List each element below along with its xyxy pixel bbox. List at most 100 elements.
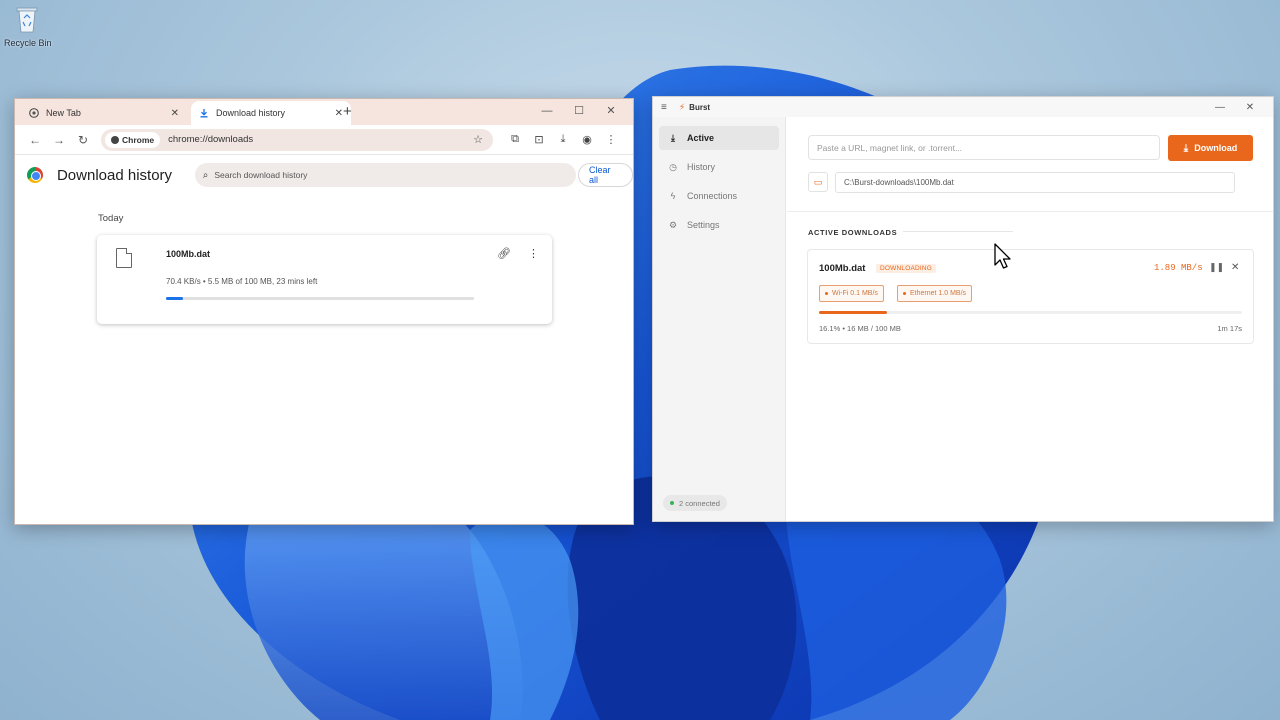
new-tab-button[interactable]: + [343, 103, 352, 120]
copy-link-icon[interactable]: 🔗︎ [497, 247, 511, 260]
chrome-logo-icon [27, 167, 43, 183]
chrome-tab-bar: New Tab ✕ Download history ✕ + — ☐ ✕ [15, 99, 633, 125]
download-eta: 1m 17s [1217, 324, 1242, 333]
close-tab-icon[interactable]: ✕ [335, 108, 343, 119]
chrome-window: New Tab ✕ Download history ✕ + — ☐ ✕ ← →… [14, 98, 634, 525]
minimize-icon[interactable]: — [1205, 102, 1235, 113]
connection-dot [903, 292, 906, 295]
connected-label: 2 connected [679, 498, 720, 508]
gear-icon: ⚙︎ [668, 219, 678, 230]
recycle-bin[interactable]: Recycle Bin [4, 4, 52, 48]
clear-all-button[interactable]: Clear all [578, 163, 633, 187]
pause-icon[interactable]: ❚❚ [1209, 262, 1224, 273]
sidebar-item-label: History [687, 162, 716, 172]
status-badge: DOWNLOADING [876, 264, 937, 273]
window-controls: — ☐ ✕ [531, 99, 627, 123]
url-input[interactable] [808, 135, 1160, 160]
recycle-bin-label: Recycle Bin [4, 38, 52, 48]
download-icon: ⤓ [1183, 142, 1189, 154]
sidebar-item-label: Settings [687, 220, 720, 230]
search-icon: ⌕ [202, 169, 209, 181]
connection-chip-wifi: Wi-Fi 0.1 MB/s [819, 285, 884, 302]
connected-status-badge: 2 connected [663, 495, 727, 511]
close-icon[interactable]: ✕ [595, 99, 627, 123]
divider [787, 211, 1273, 212]
page-title: Download history [56, 166, 173, 184]
burst-window: ≡ ⚡︎ Burst — ✕ ⤓ Active ◷ History ϟ Conn… [652, 96, 1274, 522]
section-divider [903, 231, 1013, 232]
extensions-icon[interactable]: ⧉ [503, 133, 527, 146]
sidebar-item-settings[interactable]: ⚙︎ Settings [659, 213, 779, 237]
chip-label: Chrome [122, 134, 155, 145]
burst-logo-icon: ⚡︎ [678, 101, 686, 112]
menu-kebab-icon[interactable]: ⋮ [599, 133, 623, 146]
download-button[interactable]: ⤓ Download [1168, 135, 1253, 161]
download-button-label: Download [1194, 143, 1238, 153]
site-info-chip[interactable]: Chrome [105, 131, 161, 148]
reload-icon[interactable]: ↻ [71, 133, 95, 147]
active-download-card: 100Mb.dat DOWNLOADING 1.89 MB/s ❚❚ ✕ Wi-… [807, 249, 1254, 344]
downloads-header: Download history ⌕ Search download histo… [15, 155, 633, 195]
search-input[interactable]: ⌕ Search download history [194, 163, 577, 187]
hamburger-menu-icon[interactable]: ≡ [661, 102, 667, 113]
chrome-toolbar: ← → ↻ Chrome chrome://downloads ☆ ⧉ ⊡ ⤓ … [15, 125, 633, 155]
folder-picker-button[interactable]: ▭ [808, 172, 828, 192]
sidebar-item-connections[interactable]: ϟ Connections [659, 184, 779, 208]
download-progress-bar [819, 311, 1242, 314]
sidebar-item-label: Active [687, 133, 715, 143]
forward-icon[interactable]: → [47, 133, 71, 147]
cancel-download-icon[interactable]: ✕ [1231, 262, 1239, 273]
connection-dot [825, 292, 828, 295]
tab-search-icon[interactable]: ⊡ [527, 133, 551, 146]
status-dot [670, 501, 674, 505]
search-placeholder: Search download history [214, 170, 308, 180]
date-group-label: Today [98, 213, 124, 224]
download-item: 100Mb.dat 70.4 KB/s • 5.5 MB of 100 MB, … [97, 235, 552, 324]
tab-label: New Tab [46, 108, 81, 118]
connection-label: Wi-Fi 0.1 MB/s [832, 290, 878, 297]
tab-label: Download history [216, 108, 286, 118]
download-status: 70.4 KB/s • 5.5 MB of 100 MB, 23 mins le… [166, 277, 318, 286]
tab-download-history[interactable]: Download history ✕ [191, 101, 351, 125]
url-text[interactable]: chrome://downloads [168, 134, 473, 145]
download-icon [199, 108, 209, 118]
folder-icon: ▭ [813, 176, 823, 187]
download-filename: 100Mb.dat [819, 263, 866, 274]
more-options-icon[interactable]: ⋮ [528, 247, 539, 260]
sidebar-item-active[interactable]: ⤓ Active [659, 126, 779, 150]
connections-icon: ϟ [670, 191, 676, 201]
minimize-icon[interactable]: — [531, 99, 563, 123]
save-path-field[interactable]: C:\Burst-downloads\100Mb.dat [835, 172, 1235, 193]
app-title: Burst [689, 102, 711, 112]
burst-sidebar: ⤓ Active ◷ History ϟ Connections ⚙︎ Sett… [653, 117, 786, 521]
address-bar[interactable]: Chrome chrome://downloads ☆ [101, 128, 493, 151]
file-icon [116, 248, 132, 268]
chrome-icon [29, 108, 39, 118]
download-progress-bar [166, 297, 474, 300]
downloads-icon[interactable]: ⤓ [551, 133, 575, 146]
toolbar-icons: ⧉ ⊡ ⤓ ◉ ⋮ [503, 133, 623, 146]
bookmark-star-icon[interactable]: ☆ [473, 133, 483, 146]
connection-label: Ethernet 1.0 MB/s [910, 290, 967, 297]
history-icon: ◷ [669, 161, 677, 172]
download-filename[interactable]: 100Mb.dat [166, 249, 210, 259]
download-icon: ⤓ [671, 132, 675, 143]
burst-main: ⤓ Download ▭ C:\Burst-downloads\100Mb.da… [787, 117, 1273, 521]
sidebar-item-history[interactable]: ◷ History [659, 155, 779, 179]
sidebar-item-label: Connections [687, 191, 738, 201]
burst-titlebar: ≡ ⚡︎ Burst — ✕ [653, 97, 1273, 117]
back-icon[interactable]: ← [23, 133, 47, 147]
download-progress-fill [166, 297, 183, 300]
connection-chip-ethernet: Ethernet 1.0 MB/s [897, 285, 973, 302]
section-title: ACTIVE DOWNLOADS [808, 228, 898, 237]
download-progress-text: 16.1% • 16 MB / 100 MB [819, 324, 901, 333]
tab-new-tab[interactable]: New Tab ✕ [21, 101, 187, 125]
profile-icon[interactable]: ◉ [575, 133, 599, 146]
recycle-bin-icon [14, 4, 40, 34]
close-tab-icon[interactable]: ✕ [171, 108, 179, 119]
close-icon[interactable]: ✕ [1235, 102, 1265, 113]
chrome-icon [111, 135, 119, 144]
download-progress-fill [819, 311, 888, 314]
maximize-icon[interactable]: ☐ [563, 99, 595, 123]
download-speed: 1.89 MB/s [1154, 263, 1203, 273]
